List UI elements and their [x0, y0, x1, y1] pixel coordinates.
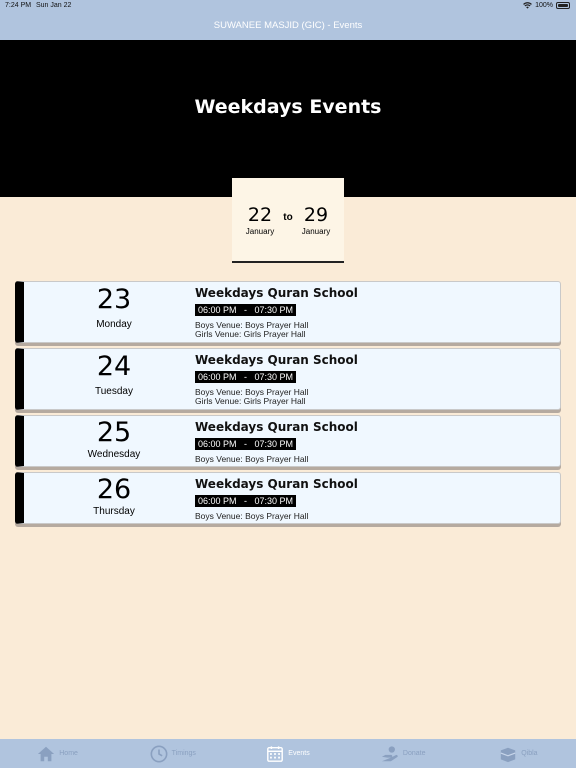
nav-bar: SUWANEE MASJID (GIC) - Events: [0, 12, 576, 40]
event-card[interactable]: 26 Thursday Weekdays Quran School 06:00 …: [15, 472, 561, 524]
event-date: 25 Wednesday: [64, 417, 164, 460]
event-day-number: 24: [96, 351, 132, 382]
event-info: Weekdays Quran School 06:00 PM - 07:30 P…: [195, 286, 358, 339]
event-time: 06:00 PM - 07:30 PM: [195, 304, 297, 316]
range-to-month: January: [301, 227, 331, 236]
clock-icon: [150, 745, 168, 762]
date-range-card: 22 January to 29 January: [232, 178, 344, 263]
event-time: 06:00 PM - 07:30 PM: [195, 438, 297, 450]
status-date: Sun Jan 22: [36, 2, 72, 9]
range-from-day: 22: [247, 204, 273, 226]
event-boys-venue: Boys Venue: Boys Prayer Hall: [195, 511, 309, 521]
event-girls-venue: Girls Venue: Girls Prayer Hall: [195, 396, 306, 406]
event-title: Weekdays Quran School: [195, 477, 358, 491]
range-to-day: 29: [303, 204, 329, 226]
tab-donate[interactable]: Donate: [346, 739, 461, 768]
event-time: 06:00 PM - 07:30 PM: [195, 495, 297, 507]
donate-hand-icon: [381, 745, 398, 761]
event-info: Weekdays Quran School 06:00 PM - 07:30 P…: [195, 477, 358, 521]
hero-banner: Weekdays Events: [0, 40, 576, 197]
tab-label: Timings: [171, 750, 196, 757]
event-weekday: Tuesday: [95, 386, 133, 397]
event-card[interactable]: 24 Tuesday Weekdays Quran School 06:00 P…: [15, 348, 561, 410]
tab-label: Donate: [402, 750, 426, 757]
wifi-icon: [523, 2, 532, 9]
battery-icon: [556, 2, 570, 9]
event-weekday: Thursday: [93, 506, 135, 517]
event-boys-venue: Boys Venue: Boys Prayer Hall: [195, 454, 309, 464]
event-weekday: Monday: [96, 319, 132, 330]
event-title: Weekdays Quran School: [195, 353, 358, 367]
kaaba-icon: [500, 747, 516, 762]
page-title: Weekdays Events: [194, 96, 382, 118]
battery-percent: 100%: [535, 2, 553, 9]
event-day-number: 25: [96, 417, 132, 448]
home-icon: [38, 746, 55, 761]
event-day-number: 26: [96, 474, 132, 505]
event-card[interactable]: 23 Monday Weekdays Quran School 06:00 PM…: [15, 281, 561, 343]
event-card[interactable]: 25 Wednesday Weekdays Quran School 06:00…: [15, 415, 561, 467]
tab-qibla[interactable]: Qibla: [461, 739, 576, 768]
event-time: 06:00 PM - 07:30 PM: [195, 371, 297, 383]
tab-bar: Home Timings Events Donate Qibla: [0, 739, 576, 768]
range-from: 22 January: [236, 204, 284, 236]
range-to: 29 January: [292, 204, 340, 236]
tab-label: Home: [59, 750, 78, 757]
tab-label: Qibla: [521, 750, 538, 757]
tab-timings[interactable]: Timings: [115, 739, 230, 768]
status-bar: 7:24 PM Sun Jan 22 100%: [0, 0, 576, 12]
event-date: 23 Monday: [64, 284, 164, 330]
event-weekday: Wednesday: [87, 449, 141, 460]
event-girls-venue: Girls Venue: Girls Prayer Hall: [195, 329, 306, 339]
nav-title: SUWANEE MASJID (GIC) - Events: [213, 20, 363, 31]
status-time: 7:24 PM: [5, 2, 32, 9]
tab-events[interactable]: Events: [230, 739, 345, 768]
event-day-number: 23: [96, 284, 132, 315]
event-date: 26 Thursday: [64, 474, 164, 517]
event-title: Weekdays Quran School: [195, 286, 358, 300]
status-right: 100%: [523, 2, 570, 9]
event-date: 24 Tuesday: [64, 351, 164, 397]
tab-label: Events: [288, 750, 310, 757]
event-title: Weekdays Quran School: [195, 420, 358, 434]
calendar-icon: [267, 745, 284, 762]
event-info: Weekdays Quran School 06:00 PM - 07:30 P…: [195, 420, 358, 464]
tab-home[interactable]: Home: [0, 739, 115, 768]
range-from-month: January: [245, 227, 275, 236]
event-info: Weekdays Quran School 06:00 PM - 07:30 P…: [195, 353, 358, 406]
